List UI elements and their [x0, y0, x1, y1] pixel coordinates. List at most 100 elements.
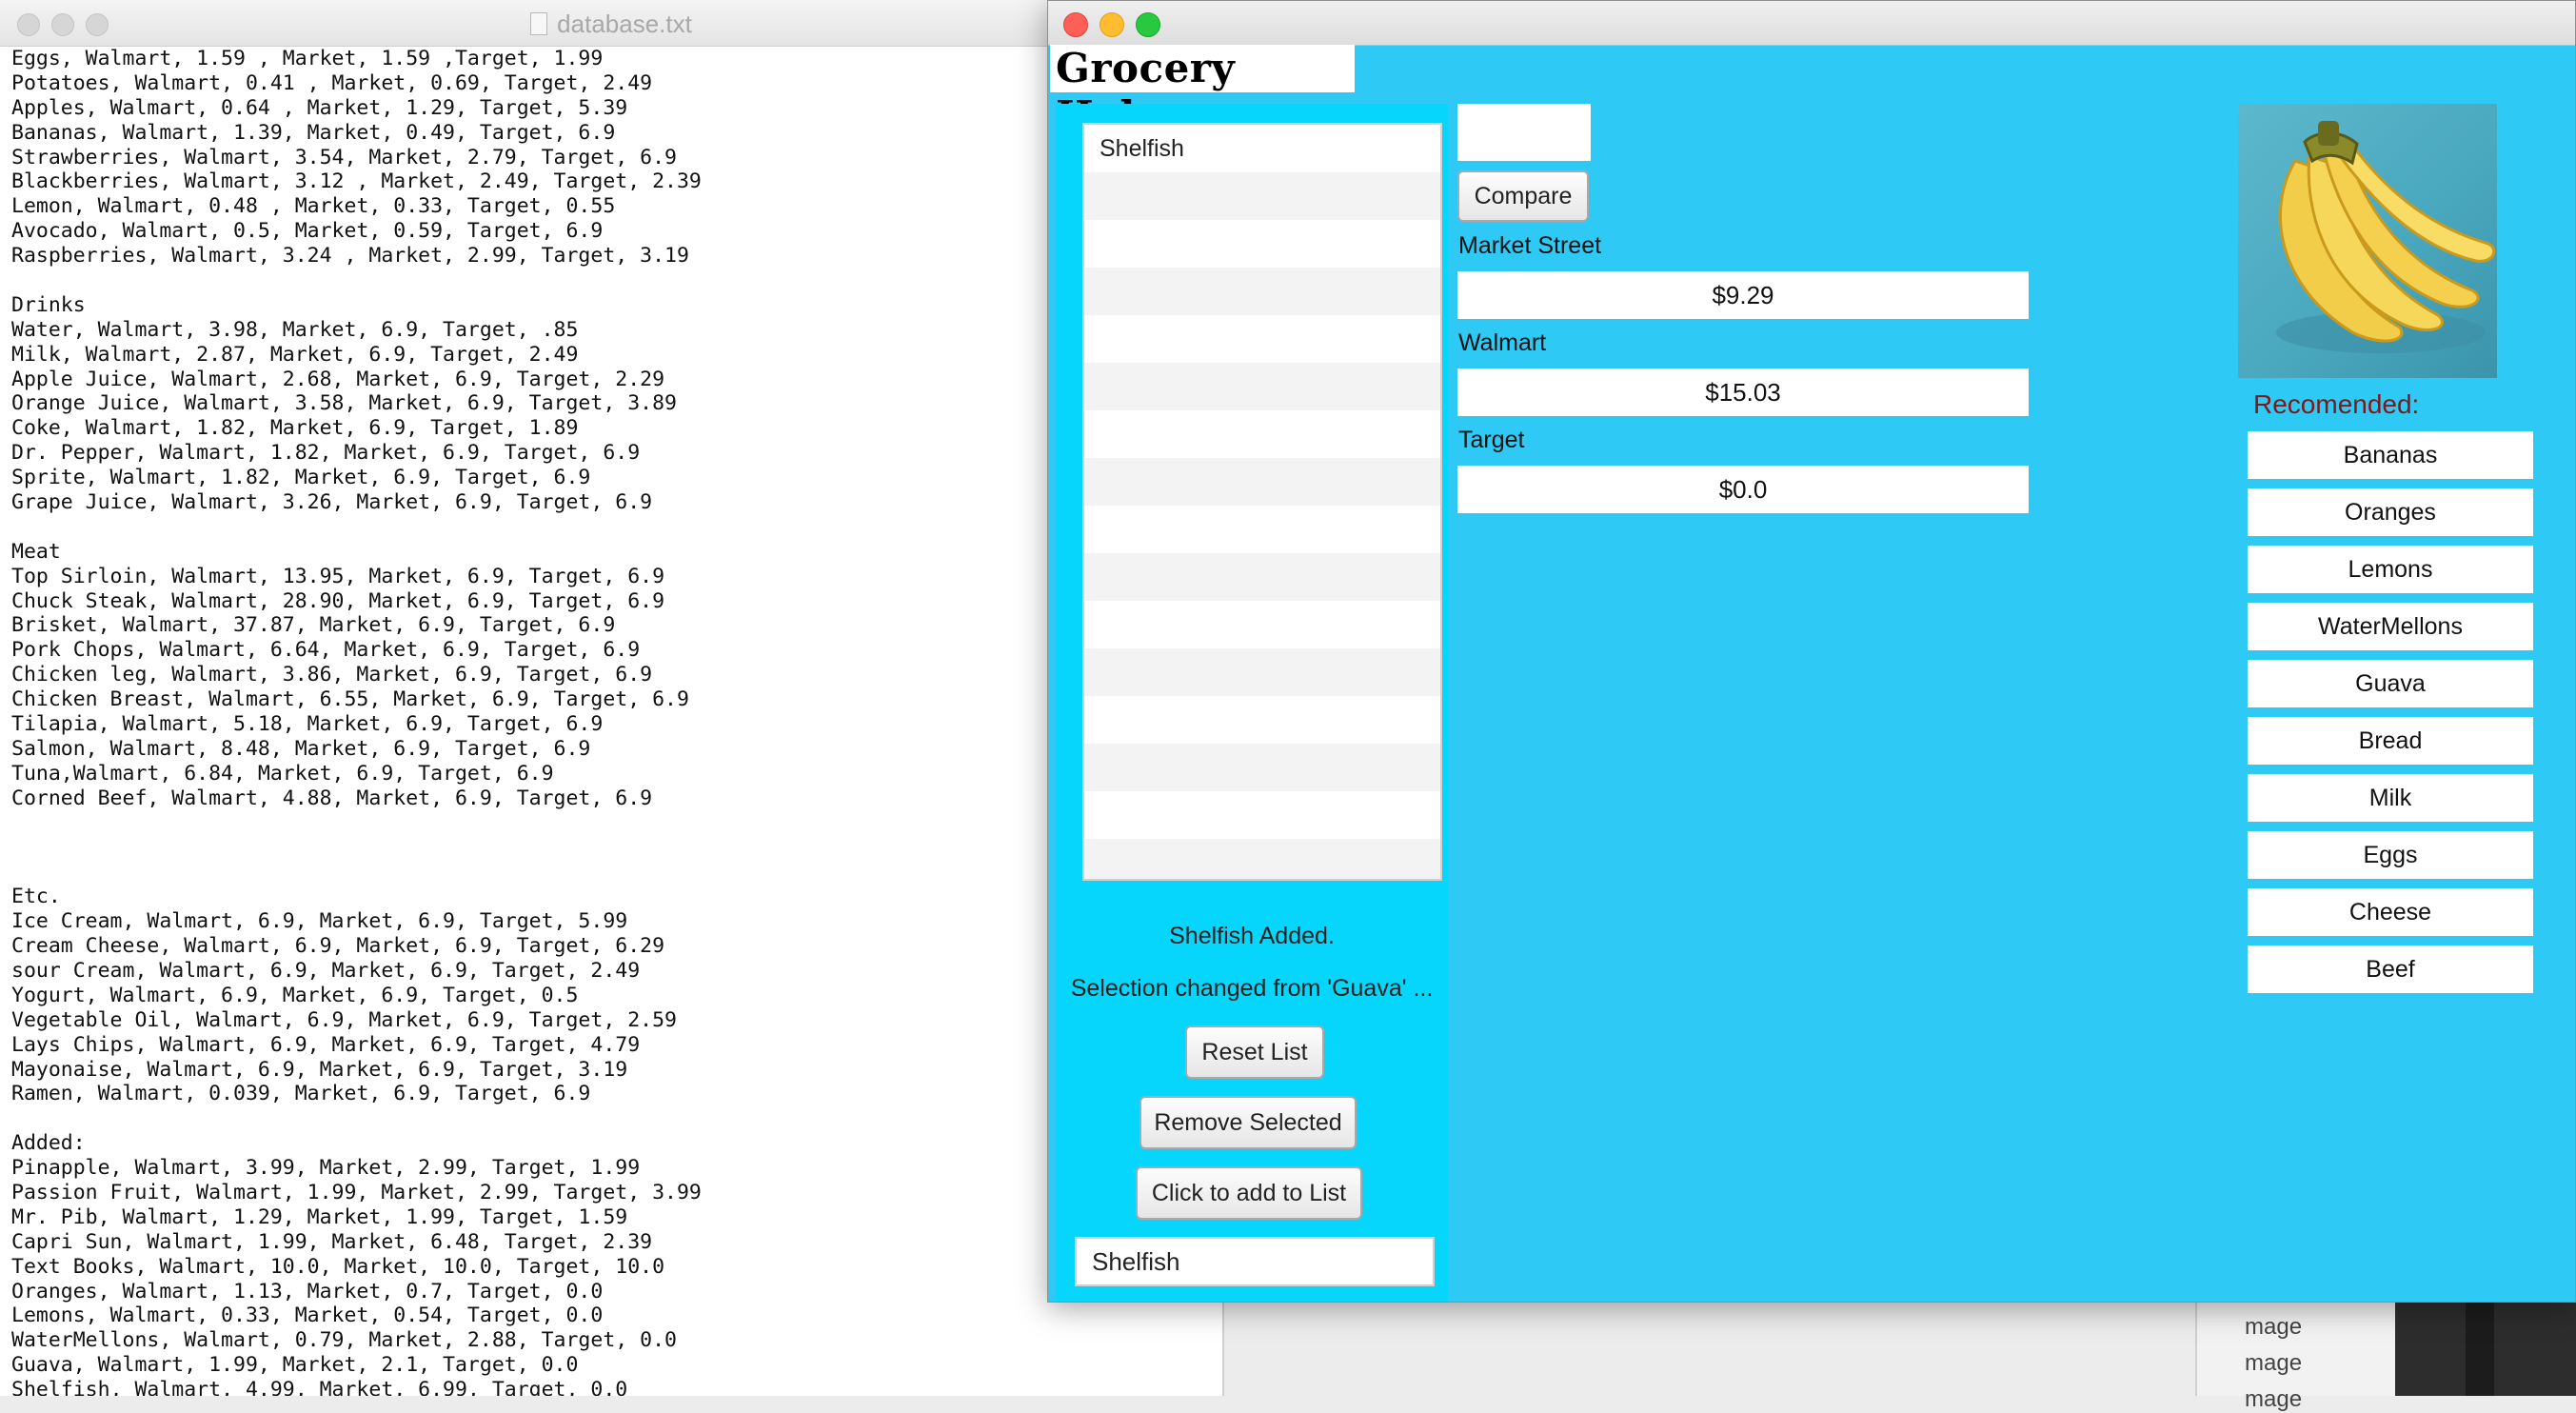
- status-selection-text: Selection changed from 'Guava' ...: [1070, 975, 1434, 1002]
- text-line: Added:: [11, 1131, 86, 1156]
- recommended-milk[interactable]: Milk: [2248, 774, 2533, 822]
- text-line: Chuck Steak, Walmart, 28.90, Market, 6.9…: [11, 588, 665, 613]
- list-item[interactable]: Shelfish: [1084, 125, 1440, 172]
- list-item[interactable]: [1084, 601, 1440, 648]
- grocery-helper-window: Grocery Helper Shelfish Shelfish Added. …: [1047, 0, 2576, 1303]
- text-line: Blackberries, Walmart, 3.12 , Market, 2.…: [11, 169, 702, 194]
- list-item[interactable]: [1084, 315, 1440, 363]
- list-item[interactable]: [1084, 553, 1440, 601]
- text-line: Vegetable Oil, Walmart, 6.9, Market, 6.9…: [11, 1007, 677, 1032]
- text-line: Apples, Walmart, 0.64 , Market, 1.29, Ta…: [11, 95, 628, 120]
- quantity-input[interactable]: [1457, 104, 1591, 161]
- list-item[interactable]: [1084, 220, 1440, 268]
- recommended-bananas[interactable]: Bananas: [2248, 431, 2533, 479]
- text-line: Tuna,Walmart, 6.84, Market, 6.9, Target,…: [11, 761, 554, 786]
- list-item[interactable]: [1084, 172, 1440, 220]
- store-label-target: Target: [1458, 427, 1525, 453]
- bananas-photo: [2238, 104, 2497, 378]
- text-line: Passion Fruit, Walmart, 1.99, Market, 2.…: [11, 1180, 702, 1204]
- grocery-list[interactable]: Shelfish: [1082, 123, 1442, 881]
- text-line: [11, 515, 1222, 540]
- text-line: Mayonaise, Walmart, 6.9, Market, 6.9, Ta…: [11, 1057, 628, 1082]
- recommended-guava[interactable]: Guava: [2248, 660, 2533, 707]
- close-icon[interactable]: [1063, 12, 1088, 37]
- text-line: sour Cream, Walmart, 6.9, Market, 6.9, T…: [11, 958, 641, 983]
- target-total[interactable]: $0.0: [1457, 466, 2029, 513]
- document-icon: [530, 12, 548, 35]
- text-line: Capri Sun, Walmart, 1.99, Market, 6.48, …: [11, 1229, 653, 1254]
- text-line: Apple Juice, Walmart, 2.68, Market, 6.9,…: [11, 367, 665, 391]
- text-editor-window: database.txt Eggs, Walmart, 1.59 , Marke…: [0, 0, 1224, 1396]
- recommended-cheese[interactable]: Cheese: [2248, 888, 2533, 936]
- remove-selected-button[interactable]: Remove Selected: [1139, 1096, 1357, 1149]
- recommended-watermellons[interactable]: WaterMellons: [2248, 603, 2533, 650]
- text-line: [11, 269, 1222, 293]
- editor-text-area[interactable]: Eggs, Walmart, 1.59 , Market, 1.59 ,Targ…: [0, 47, 1222, 1396]
- text-line: [11, 836, 1222, 861]
- recommended-eggs[interactable]: Eggs: [2248, 831, 2533, 879]
- zoom-icon[interactable]: [1136, 12, 1160, 37]
- list-item[interactable]: mage: [2245, 1350, 2302, 1377]
- list-item[interactable]: [1084, 410, 1440, 458]
- text-line: WaterMellons, Walmart, 0.79, Market, 2.8…: [11, 1328, 677, 1353]
- text-line: Bananas, Walmart, 1.39, Market, 0.49, Ta…: [11, 120, 616, 145]
- compare-button[interactable]: Compare: [1457, 170, 1589, 222]
- store-label-walmart: Walmart: [1458, 329, 1547, 356]
- text-line: [11, 811, 1222, 836]
- minimize-icon[interactable]: [1100, 12, 1124, 37]
- text-line: Shelfish, Walmart, 4.99, Market, 6.99, T…: [11, 1378, 628, 1396]
- list-item[interactable]: [1084, 648, 1440, 696]
- text-line: Corned Beef, Walmart, 4.88, Market, 6.9,…: [11, 786, 653, 810]
- text-line: Top Sirloin, Walmart, 13.95, Market, 6.9…: [11, 564, 665, 588]
- text-line: Avocado, Walmart, 0.5, Market, 0.59, Tar…: [11, 219, 604, 244]
- walmart-total[interactable]: $15.03: [1457, 368, 2029, 416]
- list-item[interactable]: [1084, 458, 1440, 506]
- list-item[interactable]: [1084, 506, 1440, 553]
- list-item[interactable]: [1084, 744, 1440, 791]
- market-street-total[interactable]: $9.29: [1457, 271, 2029, 319]
- text-line: Milk, Walmart, 2.87, Market, 6.9, Target…: [11, 342, 579, 367]
- text-line: Etc.: [11, 885, 61, 909]
- text-line: Mr. Pib, Walmart, 1.29, Market, 1.99, Ta…: [11, 1204, 628, 1229]
- scrollbar[interactable]: [2466, 1301, 2494, 1396]
- text-line: Sprite, Walmart, 1.82, Market, 6.9, Targ…: [11, 466, 591, 490]
- app-logo: Grocery Helper: [1050, 45, 1355, 139]
- text-line: Lemons, Walmart, 0.33, Market, 0.54, Tar…: [11, 1304, 604, 1328]
- text-line: Orange Juice, Walmart, 3.58, Market, 6.9…: [11, 391, 677, 416]
- text-line: Tilapia, Walmart, 5.18, Market, 6.9, Tar…: [11, 712, 604, 737]
- text-line: Coke, Walmart, 1.82, Market, 6.9, Target…: [11, 416, 579, 441]
- text-line: Potatoes, Walmart, 0.41 , Market, 0.69, …: [11, 70, 653, 95]
- text-line: Eggs, Walmart, 1.59 , Market, 1.59 ,Targ…: [11, 47, 604, 70]
- text-line: Dr. Pepper, Walmart, 1.82, Market, 6.9, …: [11, 441, 641, 466]
- list-item[interactable]: mage: [2245, 1386, 2302, 1413]
- list-item[interactable]: [1084, 363, 1440, 410]
- recommended-oranges[interactable]: Oranges: [2248, 488, 2533, 536]
- recommended-beef[interactable]: Beef: [2248, 945, 2533, 993]
- text-line: Ramen, Walmart, 0.039, Market, 6.9, Targ…: [11, 1082, 591, 1106]
- text-line: Grape Juice, Walmart, 3.26, Market, 6.9,…: [11, 490, 653, 515]
- text-line: Guava, Walmart, 1.99, Market, 2.1, Targe…: [11, 1353, 579, 1378]
- list-item[interactable]: mage: [2245, 1314, 2302, 1341]
- text-line: Salmon, Walmart, 8.48, Market, 6.9, Targ…: [11, 736, 591, 761]
- reset-list-button[interactable]: Reset List: [1185, 1025, 1324, 1079]
- text-line: Drinks: [11, 292, 86, 317]
- recommended-bread[interactable]: Bread: [2248, 717, 2533, 765]
- text-line: Lemon, Walmart, 0.48 , Market, 0.33, Tar…: [11, 194, 616, 219]
- status-added-text: Shelfish Added.: [1169, 923, 1335, 949]
- text-line: Raspberries, Walmart, 3.24 , Market, 2.9…: [11, 244, 689, 269]
- text-line: Chicken leg, Walmart, 3.86, Market, 6.9,…: [11, 663, 653, 687]
- text-line: Pinapple, Walmart, 3.99, Market, 2.99, T…: [11, 1156, 641, 1181]
- text-line: Oranges, Walmart, 1.13, Market, 0.7, Tar…: [11, 1279, 604, 1304]
- item-entry-field[interactable]: Shelfish: [1075, 1237, 1435, 1286]
- window-titlebar[interactable]: [1048, 1, 2575, 46]
- editor-titlebar[interactable]: database.txt: [0, 0, 1222, 47]
- text-line: Ice Cream, Walmart, 6.9, Market, 6.9, Ta…: [11, 909, 628, 934]
- recommended-lemons[interactable]: Lemons: [2248, 546, 2533, 593]
- list-item[interactable]: [1084, 696, 1440, 744]
- text-line: Strawberries, Walmart, 3.54, Market, 2.7…: [11, 145, 677, 169]
- list-item[interactable]: [1084, 839, 1440, 879]
- text-line: Water, Walmart, 3.98, Market, 6.9, Targe…: [11, 317, 579, 342]
- list-item[interactable]: [1084, 268, 1440, 315]
- add-to-list-button[interactable]: Click to add to List: [1136, 1166, 1362, 1220]
- list-item[interactable]: [1084, 791, 1440, 839]
